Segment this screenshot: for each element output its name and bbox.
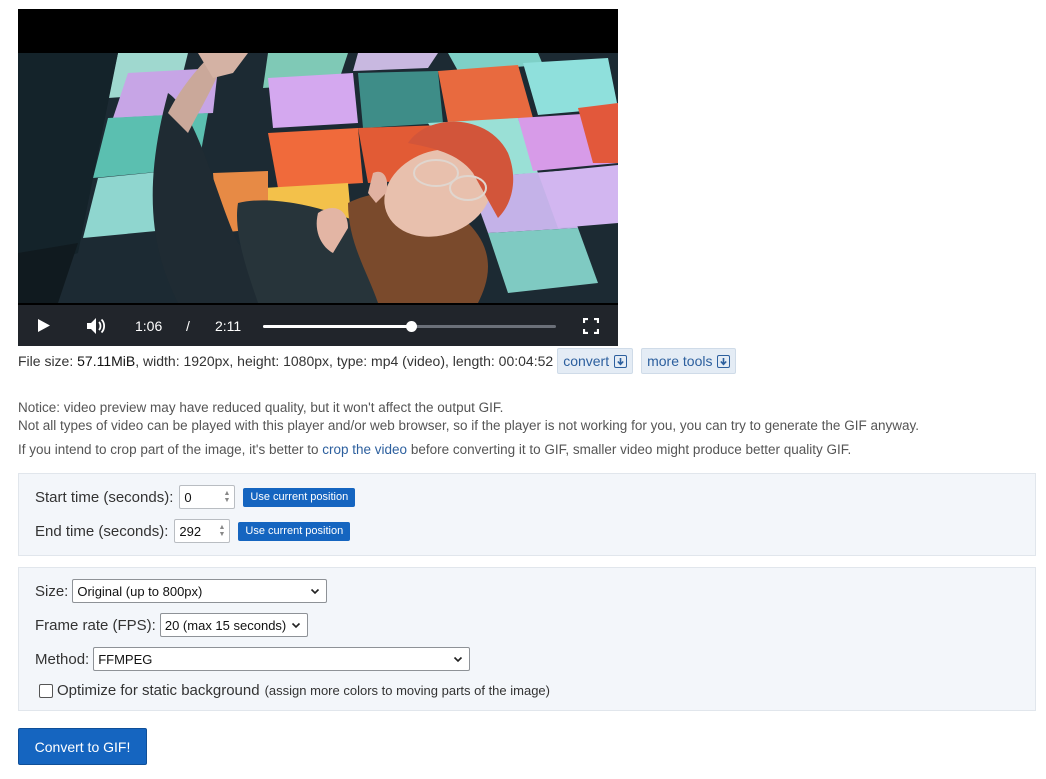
- file-details: , width: 1920px, height: 1080px, type: m…: [135, 353, 554, 369]
- notice-compatibility: Not all types of video can be played wit…: [18, 418, 919, 433]
- seek-bar-handle[interactable]: [405, 321, 417, 332]
- arrow-down-icon: [614, 354, 628, 368]
- trim-panel: Start time (seconds): 0 ▲ ▼ Use current p…: [18, 473, 1036, 556]
- play-icon: [38, 319, 50, 332]
- end-use-current-button[interactable]: Use current position: [238, 521, 351, 541]
- start-time-label: Start time (seconds):: [35, 488, 174, 506]
- start-time-value: 0: [184, 489, 192, 505]
- end-time-input[interactable]: 292 ▲ ▼: [174, 519, 231, 543]
- video-player[interactable]: 1:06 / 2:11: [18, 9, 618, 346]
- start-time-spinner[interactable]: ▲ ▼: [223, 490, 230, 504]
- notice-crop-after: before converting it to GIF, smaller vid…: [407, 442, 852, 457]
- start-time-input[interactable]: 0 ▲ ▼: [179, 485, 236, 509]
- size-label: Size:: [35, 582, 69, 600]
- play-button[interactable]: [34, 305, 54, 346]
- method-label: Method:: [35, 650, 90, 668]
- crop-video-link[interactable]: crop the video: [322, 442, 407, 457]
- size-select[interactable]: Original (up to 800px): [72, 579, 328, 603]
- convert-button[interactable]: convert: [557, 348, 634, 374]
- fps-select-value: 20 (max 15 seconds): [164, 617, 287, 633]
- method-select[interactable]: FFMPEG: [93, 647, 471, 671]
- duration-time: 2:11: [215, 317, 242, 334]
- more-tools-button[interactable]: more tools: [641, 348, 737, 374]
- file-info: File size: 57.11MiB, width: 1920px, heig…: [18, 348, 737, 374]
- method-select-value: FFMPEG: [98, 651, 153, 667]
- optimize-label[interactable]: Optimize for static background: [57, 682, 260, 699]
- video-frame[interactable]: [18, 53, 618, 303]
- chevron-down-icon: [291, 622, 300, 629]
- volume-button[interactable]: [84, 305, 108, 346]
- seek-bar[interactable]: [263, 321, 556, 332]
- more-tools-label: more tools: [647, 353, 713, 369]
- notice-quality: Notice: video preview may have reduced q…: [18, 400, 504, 415]
- fullscreen-button[interactable]: [582, 305, 600, 346]
- method-row: Method: FFMPEG: [35, 647, 471, 671]
- size-row: Size: Original (up to 800px): [35, 579, 328, 603]
- end-time-value: 292: [179, 523, 202, 539]
- fps-label: Frame rate (FPS):: [35, 616, 156, 634]
- time-separator: /: [186, 317, 190, 334]
- video-still-image: [18, 53, 618, 303]
- end-time-spinner[interactable]: ▲ ▼: [218, 524, 225, 538]
- file-size: 57.11MiB: [77, 353, 136, 369]
- options-panel: Size: Original (up to 800px) Frame rate …: [18, 567, 1036, 711]
- fps-select[interactable]: 20 (max 15 seconds): [159, 613, 308, 637]
- chevron-down-icon: [311, 588, 320, 595]
- end-time-row: End time (seconds): 292 ▲ ▼ Use current p…: [35, 519, 351, 543]
- convert-label: convert: [563, 353, 610, 369]
- current-time: 1:06: [135, 317, 163, 334]
- player-controls: 1:06 / 2:11: [18, 305, 618, 346]
- optimize-checkbox[interactable]: [39, 683, 53, 698]
- file-info-prefix: File size:: [18, 353, 78, 369]
- notice-crop: If you intend to crop part of the image,…: [18, 442, 851, 457]
- size-select-value: Original (up to 800px): [77, 583, 203, 599]
- optimize-row: Optimize for static background (assign m…: [33, 682, 550, 699]
- fullscreen-icon: [583, 317, 599, 334]
- convert-to-gif-button[interactable]: Convert to GIF!: [18, 728, 147, 765]
- seek-bar-progress: [263, 325, 411, 328]
- optimize-note: (assign more colors to moving parts of t…: [264, 683, 550, 698]
- fps-row: Frame rate (FPS): 20 (max 15 seconds): [35, 613, 308, 637]
- start-use-current-button[interactable]: Use current position: [243, 487, 356, 507]
- start-time-row: Start time (seconds): 0 ▲ ▼ Use current p…: [35, 485, 356, 509]
- arrow-down-icon: [717, 354, 731, 368]
- chevron-down-icon: [454, 656, 463, 663]
- volume-icon: [87, 317, 106, 334]
- end-time-label: End time (seconds):: [35, 522, 169, 540]
- notice-crop-before: If you intend to crop part of the image,…: [18, 442, 323, 457]
